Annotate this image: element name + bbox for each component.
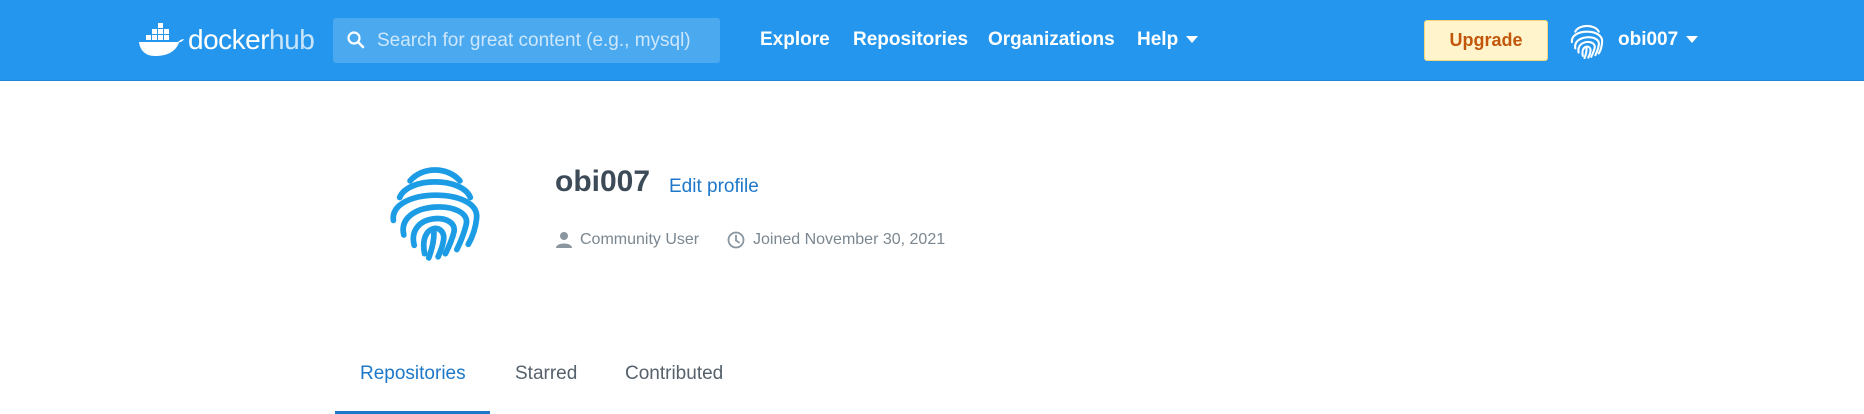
nav-explore[interactable]: Explore — [760, 28, 830, 52]
search-icon — [347, 31, 365, 49]
tab-repositories[interactable]: Repositories — [360, 362, 466, 386]
profile-role: Community User — [556, 228, 699, 252]
profile-joined-label: Joined November 30, 2021 — [753, 231, 946, 248]
user-menu[interactable]: obi007 — [1566, 18, 1699, 62]
edit-profile-link[interactable]: Edit profile — [669, 175, 759, 199]
profile-avatar — [383, 158, 487, 262]
username-label: obi007 — [1618, 29, 1679, 50]
chevron-down-icon — [1686, 36, 1699, 43]
search-bar[interactable] — [333, 18, 720, 63]
fingerprint-icon — [390, 167, 480, 261]
profile-role-label: Community User — [580, 231, 700, 248]
nav-organizations[interactable]: Organizations — [988, 28, 1115, 52]
chevron-down-icon — [1186, 35, 1199, 43]
user-icon — [556, 232, 572, 248]
tab-contributed[interactable]: Contributed — [625, 362, 723, 386]
nav-help[interactable]: Help — [1137, 28, 1199, 52]
dockerhub-logo[interactable]: dockerhub — [138, 22, 315, 58]
profile-username: obi007 — [555, 165, 651, 198]
tab-starred[interactable]: Starred — [515, 362, 577, 386]
logo-wordmark: dockerhub — [188, 24, 315, 55]
fingerprint-icon — [1570, 24, 1604, 60]
upgrade-button[interactable]: Upgrade — [1424, 20, 1548, 61]
nav-help-label: Help — [1137, 29, 1179, 50]
search-input[interactable] — [377, 18, 713, 63]
profile-joined: Joined November 30, 2021 — [727, 228, 945, 252]
docker-whale-icon — [139, 23, 184, 56]
nav-repositories[interactable]: Repositories — [853, 28, 968, 52]
clock-icon — [727, 231, 745, 249]
top-navbar: dockerhub Explore Repositories Organizat… — [0, 0, 1864, 81]
